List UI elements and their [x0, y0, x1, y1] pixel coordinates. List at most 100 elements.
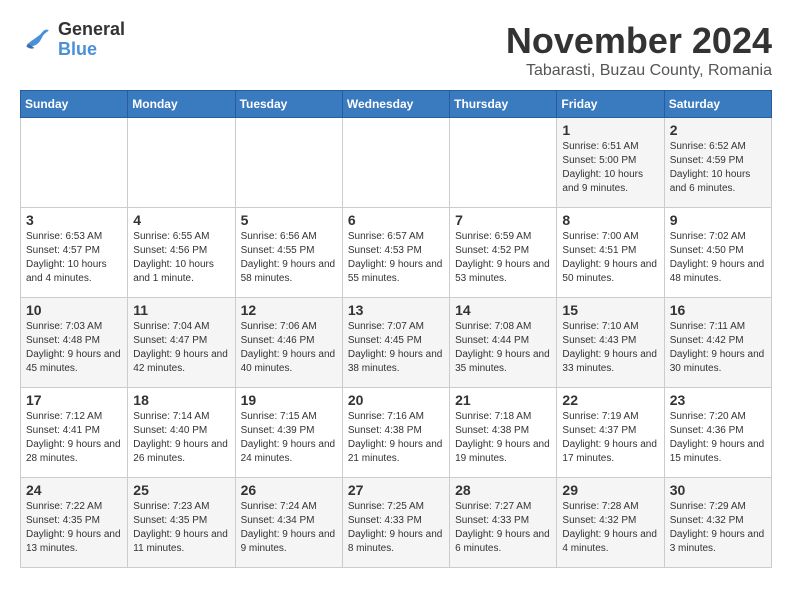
calendar-cell: 10 Sunrise: 7:03 AM Sunset: 4:48 PM Dayli…: [21, 298, 128, 388]
day-info: Sunrise: 7:07 AM Sunset: 4:45 PM Dayligh…: [348, 320, 444, 376]
calendar-table: SundayMondayTuesdayWednesdayThursdayFrid…: [20, 90, 772, 568]
day-number: 21: [455, 392, 551, 408]
day-info: Sunrise: 6:56 AM Sunset: 4:55 PM Dayligh…: [241, 230, 337, 286]
day-info: Sunrise: 7:06 AM Sunset: 4:46 PM Dayligh…: [241, 320, 337, 376]
day-info: Sunrise: 7:00 AM Sunset: 4:51 PM Dayligh…: [562, 230, 658, 286]
day-number: 13: [348, 302, 444, 318]
logo-blue: Blue: [58, 40, 125, 60]
day-info: Sunrise: 7:12 AM Sunset: 4:41 PM Dayligh…: [26, 410, 122, 466]
calendar-cell: 4Sunrise: 6:55 AM Sunset: 4:56 PM Daylig…: [128, 208, 235, 298]
location: Tabarasti, Buzau County, Romania: [506, 62, 772, 80]
day-number: 20: [348, 392, 444, 408]
calendar-cell: [21, 118, 128, 208]
week-row-4: 24Sunrise: 7:22 AM Sunset: 4:35 PM Dayli…: [21, 478, 772, 568]
day-info: Sunrise: 7:22 AM Sunset: 4:35 PM Dayligh…: [26, 500, 122, 556]
calendar-cell: 29Sunrise: 7:28 AM Sunset: 4:32 PM Dayli…: [557, 478, 664, 568]
day-number: 18: [133, 392, 229, 408]
title-block: November 2024 Tabarasti, Buzau County, R…: [506, 20, 772, 80]
calendar-cell: 11 Sunrise: 7:04 AM Sunset: 4:47 PM Dayli…: [128, 298, 235, 388]
weekday-header-row: SundayMondayTuesdayWednesdayThursdayFrid…: [21, 91, 772, 118]
day-number: 6: [348, 212, 444, 228]
day-info: Sunrise: 7:27 AM Sunset: 4:33 PM Dayligh…: [455, 500, 551, 556]
logo-icon: [20, 24, 52, 56]
day-number: 10: [26, 302, 122, 318]
day-number: 1: [562, 122, 658, 138]
day-info: Sunrise: 7:19 AM Sunset: 4:37 PM Dayligh…: [562, 410, 658, 466]
calendar-cell: 14 Sunrise: 7:08 AM Sunset: 4:44 PM Dayli…: [450, 298, 557, 388]
day-number: 14: [455, 302, 551, 318]
calendar-cell: 22 Sunrise: 7:19 AM Sunset: 4:37 PM Dayli…: [557, 388, 664, 478]
day-info: Sunrise: 7:04 AM Sunset: 4:47 PM Dayligh…: [133, 320, 229, 376]
day-number: 27: [348, 482, 444, 498]
day-info: Sunrise: 7:24 AM Sunset: 4:34 PM Dayligh…: [241, 500, 337, 556]
calendar-cell: 1 Sunrise: 6:51 AM Sunset: 5:00 PM Daylig…: [557, 118, 664, 208]
calendar-cell: 28 Sunrise: 7:27 AM Sunset: 4:33 PM Dayli…: [450, 478, 557, 568]
weekday-header-monday: Monday: [128, 91, 235, 118]
day-number: 25: [133, 482, 229, 498]
calendar-cell: 24Sunrise: 7:22 AM Sunset: 4:35 PM Dayli…: [21, 478, 128, 568]
day-number: 23: [670, 392, 766, 408]
calendar-cell: 2Sunrise: 6:52 AM Sunset: 4:59 PM Daylig…: [664, 118, 771, 208]
calendar-cell: 6 Sunrise: 6:57 AM Sunset: 4:53 PM Daylig…: [342, 208, 449, 298]
week-row-0: 1 Sunrise: 6:51 AM Sunset: 5:00 PM Daylig…: [21, 118, 772, 208]
logo-general: General: [58, 20, 125, 40]
calendar-cell: 26 Sunrise: 7:24 AM Sunset: 4:34 PM Dayli…: [235, 478, 342, 568]
weekday-header-thursday: Thursday: [450, 91, 557, 118]
day-info: Sunrise: 7:11 AM Sunset: 4:42 PM Dayligh…: [670, 320, 766, 376]
day-info: Sunrise: 7:18 AM Sunset: 4:38 PM Dayligh…: [455, 410, 551, 466]
weekday-header-friday: Friday: [557, 91, 664, 118]
calendar-cell: 30 Sunrise: 7:29 AM Sunset: 4:32 PM Dayli…: [664, 478, 771, 568]
calendar-cell: 13 Sunrise: 7:07 AM Sunset: 4:45 PM Dayli…: [342, 298, 449, 388]
calendar-cell: [235, 118, 342, 208]
day-number: 16: [670, 302, 766, 318]
day-number: 8: [562, 212, 658, 228]
day-number: 22: [562, 392, 658, 408]
calendar-cell: 12Sunrise: 7:06 AM Sunset: 4:46 PM Dayli…: [235, 298, 342, 388]
calendar-cell: 3 Sunrise: 6:53 AM Sunset: 4:57 PM Daylig…: [21, 208, 128, 298]
day-number: 7: [455, 212, 551, 228]
day-info: Sunrise: 6:53 AM Sunset: 4:57 PM Dayligh…: [26, 230, 122, 286]
logo-text: General Blue: [58, 20, 125, 60]
day-number: 28: [455, 482, 551, 498]
calendar-cell: 19Sunrise: 7:15 AM Sunset: 4:39 PM Dayli…: [235, 388, 342, 478]
weekday-header-tuesday: Tuesday: [235, 91, 342, 118]
page-header: General Blue November 2024 Tabarasti, Bu…: [20, 20, 772, 80]
day-number: 11: [133, 302, 229, 318]
month-title: November 2024: [506, 20, 772, 62]
day-info: Sunrise: 6:57 AM Sunset: 4:53 PM Dayligh…: [348, 230, 444, 286]
day-number: 17: [26, 392, 122, 408]
weekday-header-wednesday: Wednesday: [342, 91, 449, 118]
day-info: Sunrise: 7:02 AM Sunset: 4:50 PM Dayligh…: [670, 230, 766, 286]
day-info: Sunrise: 6:55 AM Sunset: 4:56 PM Dayligh…: [133, 230, 229, 286]
weekday-header-saturday: Saturday: [664, 91, 771, 118]
week-row-1: 3 Sunrise: 6:53 AM Sunset: 4:57 PM Daylig…: [21, 208, 772, 298]
calendar-cell: 16 Sunrise: 7:11 AM Sunset: 4:42 PM Dayli…: [664, 298, 771, 388]
day-info: Sunrise: 7:03 AM Sunset: 4:48 PM Dayligh…: [26, 320, 122, 376]
calendar-cell: 27Sunrise: 7:25 AM Sunset: 4:33 PM Dayli…: [342, 478, 449, 568]
logo: General Blue: [20, 20, 125, 60]
calendar-cell: 23 Sunrise: 7:20 AM Sunset: 4:36 PM Dayli…: [664, 388, 771, 478]
calendar-cell: 17 Sunrise: 7:12 AM Sunset: 4:41 PM Dayli…: [21, 388, 128, 478]
day-number: 5: [241, 212, 337, 228]
calendar-cell: 25 Sunrise: 7:23 AM Sunset: 4:35 PM Dayli…: [128, 478, 235, 568]
day-number: 19: [241, 392, 337, 408]
weekday-header-sunday: Sunday: [21, 91, 128, 118]
day-number: 3: [26, 212, 122, 228]
calendar-cell: [128, 118, 235, 208]
day-info: Sunrise: 6:52 AM Sunset: 4:59 PM Dayligh…: [670, 140, 766, 196]
day-info: Sunrise: 6:59 AM Sunset: 4:52 PM Dayligh…: [455, 230, 551, 286]
day-number: 15: [562, 302, 658, 318]
day-info: Sunrise: 7:23 AM Sunset: 4:35 PM Dayligh…: [133, 500, 229, 556]
calendar-cell: [342, 118, 449, 208]
day-info: Sunrise: 7:20 AM Sunset: 4:36 PM Dayligh…: [670, 410, 766, 466]
day-number: 26: [241, 482, 337, 498]
day-info: Sunrise: 6:51 AM Sunset: 5:00 PM Dayligh…: [562, 140, 658, 196]
day-info: Sunrise: 7:16 AM Sunset: 4:38 PM Dayligh…: [348, 410, 444, 466]
day-number: 30: [670, 482, 766, 498]
day-info: Sunrise: 7:29 AM Sunset: 4:32 PM Dayligh…: [670, 500, 766, 556]
calendar-cell: 5 Sunrise: 6:56 AM Sunset: 4:55 PM Daylig…: [235, 208, 342, 298]
day-info: Sunrise: 7:28 AM Sunset: 4:32 PM Dayligh…: [562, 500, 658, 556]
day-info: Sunrise: 7:08 AM Sunset: 4:44 PM Dayligh…: [455, 320, 551, 376]
calendar-cell: 7 Sunrise: 6:59 AM Sunset: 4:52 PM Daylig…: [450, 208, 557, 298]
day-info: Sunrise: 7:14 AM Sunset: 4:40 PM Dayligh…: [133, 410, 229, 466]
